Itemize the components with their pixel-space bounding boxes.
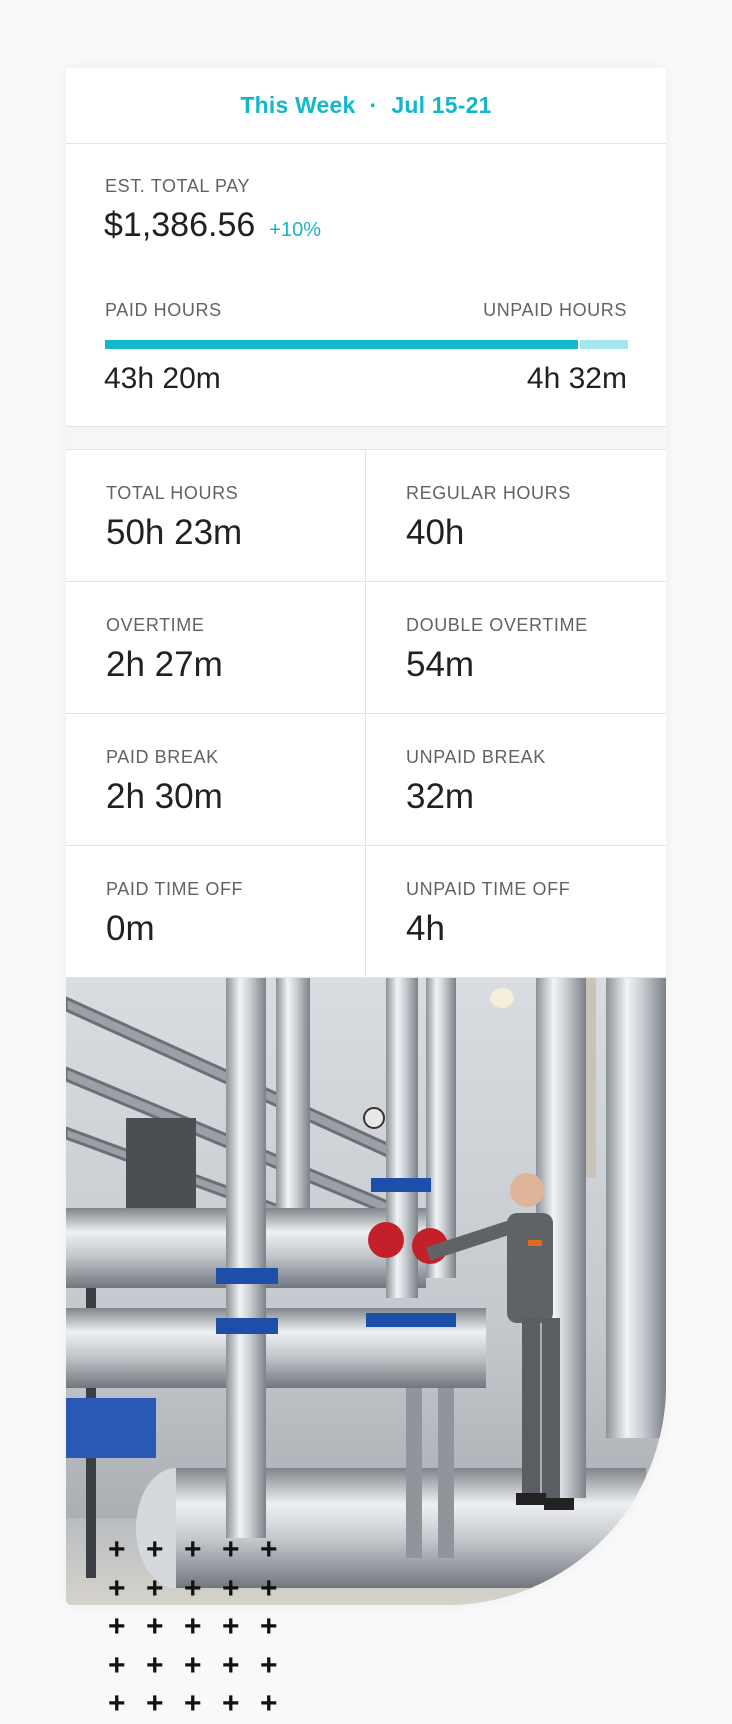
- stat-label: UNPAID BREAK: [406, 747, 546, 767]
- stat-value: 4h: [406, 909, 445, 948]
- pay-change-badge: +10%: [269, 219, 321, 241]
- plus-mark: +: [146, 1687, 164, 1720]
- plus-mark: +: [108, 1533, 126, 1566]
- plus-mark: +: [260, 1687, 278, 1720]
- plus-mark: +: [222, 1648, 240, 1682]
- stat-value: 2h 30m: [106, 777, 223, 816]
- plus-mark: +: [146, 1648, 164, 1682]
- stat-paid-time-off: PAID TIME OFF 0m: [66, 846, 366, 978]
- plus-mark: +: [184, 1571, 202, 1605]
- plus-mark: +: [222, 1571, 240, 1605]
- plus-mark: +: [260, 1571, 278, 1605]
- amount-row: $1,386.56 +10%: [104, 206, 321, 245]
- est-total-pay-label: EST. TOTAL PAY: [105, 176, 251, 196]
- stat-label: OVERTIME: [106, 615, 205, 635]
- stat-value: 32m: [406, 777, 475, 816]
- plus-mark: +: [108, 1610, 126, 1643]
- plus-mark: +: [260, 1648, 278, 1682]
- industrial-pipes-photo: [66, 978, 666, 1605]
- plus-mark: +: [146, 1571, 164, 1605]
- week-header[interactable]: This Week · Jul 15-21: [66, 68, 666, 144]
- week-dates: Jul 15-21: [391, 92, 492, 118]
- plus-mark: +: [184, 1687, 202, 1720]
- decorative-plus-pattern: + + + + + + + + + + + + + + + + + + + + + + + + +: [108, 1531, 298, 1724]
- stat-value: 2h 27m: [106, 645, 223, 684]
- header-separator: ·: [369, 92, 378, 118]
- stat-label: UNPAID TIME OFF: [406, 879, 571, 899]
- stat-double-overtime: DOUBLE OVERTIME 54m: [366, 582, 666, 714]
- stat-overtime: OVERTIME 2h 27m: [66, 582, 366, 714]
- plus-mark: +: [108, 1687, 126, 1720]
- stat-label: PAID BREAK: [106, 747, 219, 767]
- stat-label: DOUBLE OVERTIME: [406, 615, 588, 635]
- pipes-illustration: [66, 978, 666, 1605]
- plus-mark: +: [222, 1687, 240, 1720]
- plus-mark: +: [108, 1648, 126, 1682]
- hours-progress-bar: [105, 340, 628, 349]
- stat-label: PAID TIME OFF: [106, 879, 244, 899]
- stat-regular-hours: REGULAR HOURS 40h: [366, 450, 666, 582]
- stat-paid-break: PAID BREAK 2h 30m: [66, 714, 366, 846]
- stat-unpaid-break: UNPAID BREAK 32m: [366, 714, 666, 846]
- plus-mark: +: [184, 1610, 202, 1643]
- section-divider: [66, 427, 666, 450]
- unpaid-hours-value: 4h 32m: [526, 362, 627, 395]
- plus-mark: +: [146, 1533, 164, 1566]
- stat-label: REGULAR HOURS: [406, 483, 571, 503]
- est-total-pay-amount: $1,386.56: [104, 206, 256, 244]
- stat-label: TOTAL HOURS: [106, 483, 239, 503]
- stat-value: 54m: [406, 645, 475, 684]
- paid-hours-label: PAID HOURS: [105, 300, 222, 320]
- plus-mark: +: [222, 1533, 240, 1566]
- week-period: This Week: [240, 92, 356, 118]
- plus-mark: +: [222, 1610, 240, 1643]
- plus-mark: +: [184, 1648, 202, 1682]
- stat-unpaid-time-off: UNPAID TIME OFF 4h: [366, 846, 666, 978]
- plus-mark: +: [108, 1571, 126, 1605]
- stat-value: 40h: [406, 513, 465, 552]
- plus-mark: +: [146, 1610, 164, 1643]
- stats-grid: TOTAL HOURS 50h 23m REGULAR HOURS 40h OV…: [66, 450, 666, 978]
- stat-value: 50h 23m: [106, 513, 243, 552]
- paid-hours-bar: [105, 340, 579, 349]
- timesheet-card: This Week · Jul 15-21 EST. TOTAL PAY $1,…: [66, 68, 666, 1605]
- plus-mark: +: [260, 1533, 278, 1566]
- plus-mark: +: [184, 1533, 202, 1566]
- stat-value: 0m: [106, 909, 155, 948]
- pay-summary: EST. TOTAL PAY $1,386.56 +10% PAID HOURS…: [66, 144, 666, 427]
- unpaid-hours-label: UNPAID HOURS: [483, 300, 627, 320]
- paid-hours-value: 43h 20m: [104, 362, 221, 395]
- stat-total-hours: TOTAL HOURS 50h 23m: [66, 450, 366, 582]
- plus-mark: +: [260, 1610, 278, 1643]
- unpaid-hours-bar: [580, 340, 628, 349]
